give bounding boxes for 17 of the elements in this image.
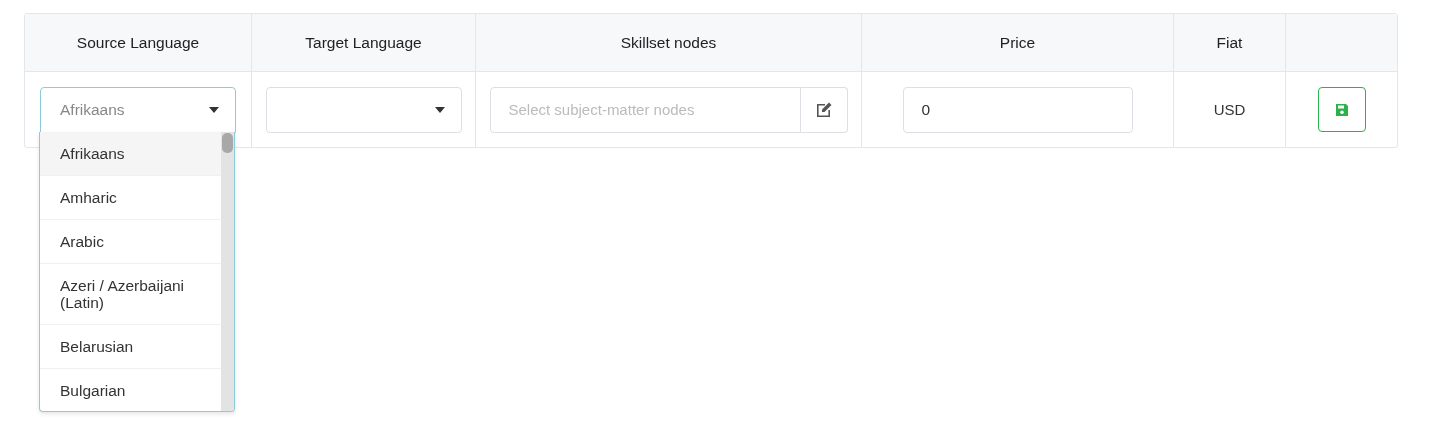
save-button[interactable] [1317, 87, 1366, 132]
column-header: Source Language [76, 33, 200, 52]
scrollbar[interactable] [221, 132, 234, 411]
source-language-select[interactable]: Afrikaans [40, 86, 236, 133]
edit-button[interactable] [800, 86, 848, 133]
dropdown-option[interactable]: Afrikaans [40, 132, 221, 176]
column-header: Fiat [1216, 33, 1243, 52]
caret-icon [434, 106, 445, 113]
column-header: Target Language [305, 33, 422, 52]
save-icon [1334, 102, 1349, 117]
column-header: Price [999, 33, 1036, 52]
caret-icon [209, 106, 219, 113]
price-field[interactable]: 0 [902, 86, 1133, 133]
fiat-text: USD [1213, 101, 1246, 118]
column-header: Skillset nodes [620, 33, 717, 52]
skillset-nodes-field[interactable]: Select subject-matter nodes [489, 86, 801, 133]
edit-icon [814, 100, 833, 119]
